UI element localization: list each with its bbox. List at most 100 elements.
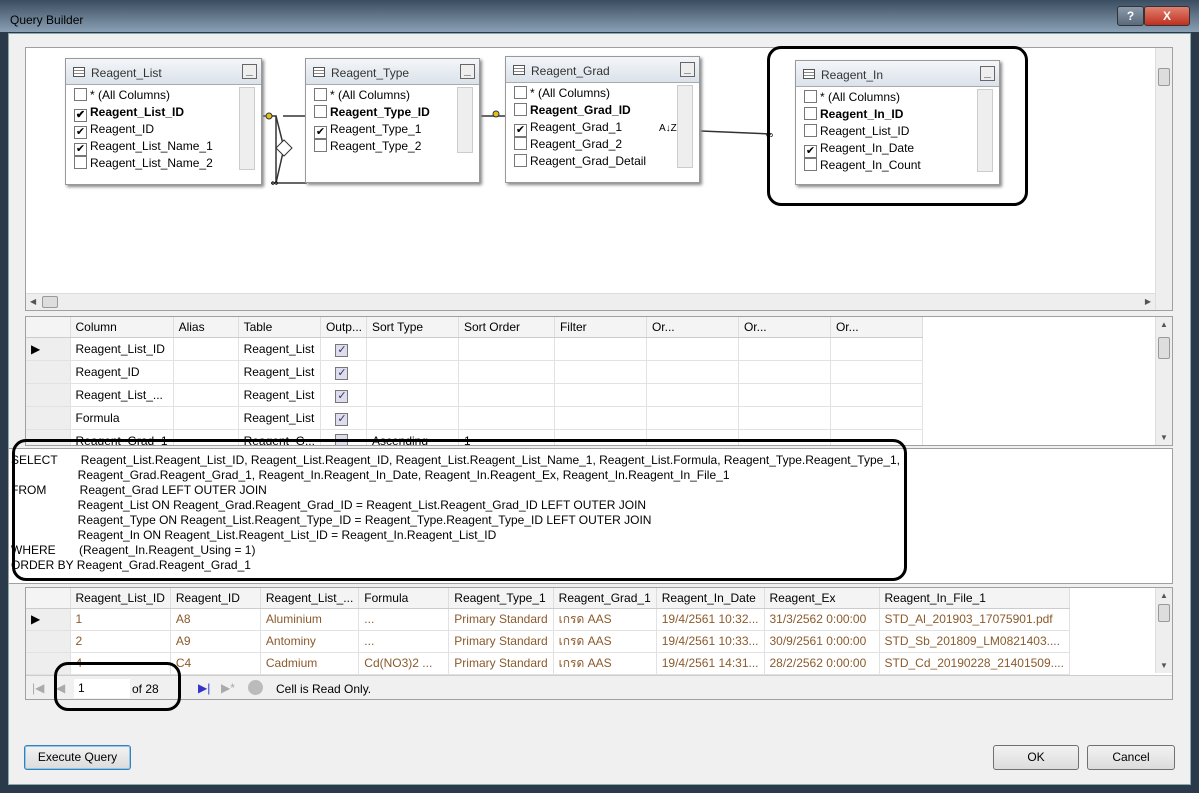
column-checkbox[interactable]	[314, 88, 327, 101]
cell-output[interactable]: ✓	[320, 360, 367, 384]
table-scrollbar[interactable]	[239, 87, 255, 170]
column-header[interactable]: Outp...	[320, 317, 367, 338]
output-checkbox[interactable]: ✓	[335, 344, 349, 357]
result-row[interactable]: ▶ 1 A8 Aluminium... Primary Standard เกรด AAS…	[26, 608, 1070, 631]
column-checkbox[interactable]	[314, 139, 327, 152]
result-cell[interactable]: A8	[170, 608, 261, 631]
result-cell[interactable]: ...	[358, 630, 450, 653]
diagram-vscroll[interactable]	[1155, 48, 1172, 310]
cell-sort_order[interactable]	[458, 383, 555, 407]
cell-filter[interactable]	[738, 383, 831, 407]
criteria-row[interactable]: ▶ Reagent_List_ID Reagent_List ✓	[26, 337, 923, 361]
column-header[interactable]: Or...	[646, 317, 739, 338]
column-checkbox[interactable]	[514, 103, 527, 116]
column-header[interactable]: Reagent_In_File_1	[879, 588, 1070, 609]
column-item[interactable]: Reagent_Grad_2	[514, 136, 699, 153]
cell-filter[interactable]	[646, 360, 739, 384]
result-cell[interactable]: Antominy	[260, 630, 360, 653]
column-item[interactable]: ✔ Reagent_List_Name_1	[74, 138, 261, 156]
column-header[interactable]: Sort Order	[458, 317, 555, 338]
result-cell[interactable]: C4	[170, 652, 261, 675]
result-cell[interactable]: 1	[70, 608, 171, 631]
result-cell[interactable]: STD_Al_201903_17075901.pdf	[879, 608, 1070, 631]
column-item[interactable]: Reagent_Grad_Detail	[514, 153, 699, 170]
cell-filter[interactable]	[738, 337, 831, 361]
column-checkbox[interactable]	[514, 86, 527, 99]
cell-filter[interactable]	[738, 360, 831, 384]
column-checkbox[interactable]	[314, 105, 327, 118]
column-item[interactable]: ✔ Reagent_ID	[74, 121, 261, 139]
criteria-grid[interactable]: Column Alias Table Outp... Sort Type Sort Ord…	[26, 317, 923, 445]
column-header[interactable]: Alias	[173, 317, 239, 338]
cell-filter[interactable]	[738, 406, 831, 430]
stop-icon[interactable]	[248, 680, 263, 695]
cell-sort_order[interactable]	[458, 360, 555, 384]
result-cell[interactable]: 19/4/2561 10:32...	[656, 608, 765, 631]
column-header[interactable]: Reagent_Ex	[764, 588, 880, 609]
result-cell[interactable]: 30/9/2561 0:00:00	[764, 630, 880, 653]
result-cell[interactable]: Primary Standard	[448, 630, 554, 653]
column-item[interactable]: * (All Columns)	[514, 85, 699, 102]
result-row[interactable]: 2 A9 Antominy... Primary Standard เกรด AAS 19…	[26, 630, 1070, 653]
first-record-icon[interactable]: |◀	[32, 681, 44, 695]
column-header[interactable]: Reagent_Grad_1	[553, 588, 657, 609]
cell-filter[interactable]	[646, 406, 739, 430]
column-item[interactable]: * (All Columns)	[314, 87, 479, 104]
cell-sort_type[interactable]	[366, 360, 459, 384]
cell-table[interactable]: Reagent_List	[238, 383, 321, 407]
column-item[interactable]: Reagent_List_Name_2	[74, 155, 261, 172]
row-selector[interactable]	[26, 360, 71, 384]
result-cell[interactable]: Cd(NO3)2 ...	[358, 652, 450, 675]
cell-filter[interactable]	[554, 360, 647, 384]
row-selector[interactable]	[26, 406, 71, 430]
row-selector[interactable]	[26, 383, 71, 407]
help-button[interactable]: ?	[1117, 6, 1144, 26]
cell-filter[interactable]	[554, 337, 647, 361]
cell-alias[interactable]	[173, 406, 239, 430]
output-checkbox[interactable]: ✓	[335, 367, 349, 380]
criteria-row[interactable]: Reagent_List_... Reagent_List ✓	[26, 383, 923, 407]
cell-filter[interactable]	[554, 383, 647, 407]
column-header[interactable]: Sort Type	[366, 317, 459, 338]
table-reagent-grad[interactable]: Reagent_Grad _ * (All Columns) Reagent_Gra…	[505, 56, 700, 183]
criteria-row[interactable]: Reagent_ID Reagent_List ✓	[26, 360, 923, 384]
close-button[interactable]: X	[1144, 6, 1190, 26]
ok-button[interactable]: OK	[993, 745, 1079, 770]
cell-output[interactable]: ✓	[320, 406, 367, 430]
new-record-icon[interactable]: ▶*	[221, 681, 235, 695]
cell-filter[interactable]	[830, 383, 923, 407]
column-header[interactable]: Reagent_Type_1	[448, 588, 554, 609]
result-cell[interactable]: เกรด AAS	[553, 652, 657, 675]
result-cell[interactable]: ...	[358, 608, 450, 631]
cell-sort_order[interactable]	[458, 337, 555, 361]
table-reagent-type[interactable]: Reagent_Type _ * (All Columns) Reagent_Typ…	[305, 58, 480, 183]
cell-output[interactable]: ✓	[320, 383, 367, 407]
execute-query-button[interactable]: Execute Query	[24, 745, 131, 770]
result-cell[interactable]: STD_Sb_201809_LM0821403....	[879, 630, 1070, 653]
criteria-vscroll[interactable]: ▲ ▼	[1155, 317, 1172, 445]
result-cell[interactable]: เกรด AAS	[553, 630, 657, 653]
cell-sort_order[interactable]	[458, 406, 555, 430]
result-cell[interactable]: Cadmium	[260, 652, 360, 675]
table-scrollbar[interactable]	[457, 87, 473, 153]
row-selector[interactable]: ▶	[26, 337, 71, 361]
result-row[interactable]: 4 C4 Cadmium Cd(NO3)2 ... Primary Standard เก…	[26, 652, 1070, 675]
column-header[interactable]: Column	[70, 317, 174, 338]
cell-filter[interactable]	[646, 383, 739, 407]
column-header[interactable]: Or...	[830, 317, 923, 338]
column-checkbox[interactable]	[74, 88, 87, 101]
last-record-icon[interactable]: ▶|	[198, 681, 210, 695]
column-header[interactable]: Formula	[358, 588, 450, 609]
cell-filter[interactable]	[554, 406, 647, 430]
column-item[interactable]: ✔ Reagent_List_ID	[74, 104, 261, 122]
cell-table[interactable]: Reagent_List	[238, 337, 321, 361]
cell-filter[interactable]	[830, 337, 923, 361]
column-checkbox[interactable]	[74, 156, 87, 169]
column-item[interactable]: * (All Columns)	[74, 87, 261, 104]
column-header[interactable]: Reagent_In_Date	[656, 588, 765, 609]
column-item[interactable]: Reagent_Grad_ID	[514, 102, 699, 119]
column-header[interactable]: Filter	[554, 317, 647, 338]
result-cell[interactable]: Aluminium	[260, 608, 360, 631]
cell-alias[interactable]	[173, 337, 239, 361]
cell-column[interactable]: Reagent_List_ID	[70, 337, 174, 361]
